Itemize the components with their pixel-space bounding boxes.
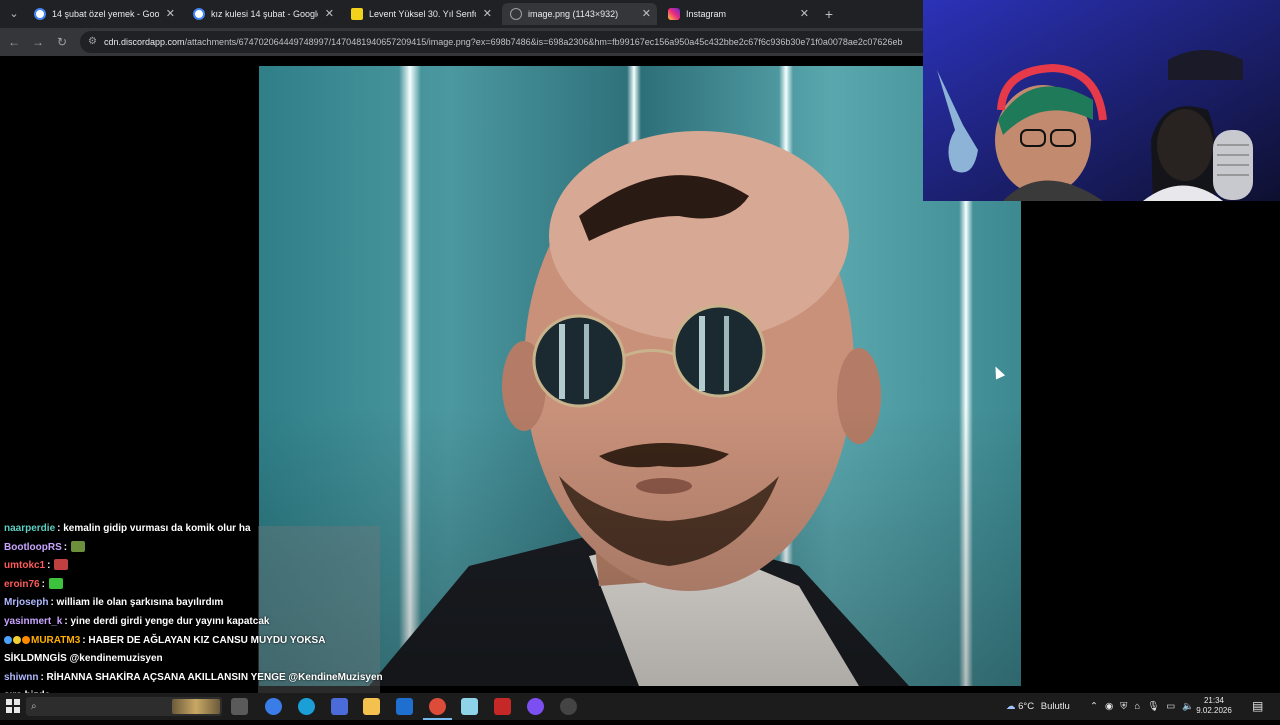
clock[interactable]: 21:34 9.02.2026	[1196, 696, 1232, 716]
reload-button[interactable]: ↻	[54, 34, 70, 50]
tab-title: 14 şubat özel yemek - Google'da	[52, 9, 159, 19]
chat-username[interactable]: MURATM3	[31, 635, 80, 646]
task-view-icon[interactable]	[231, 698, 248, 715]
webcam-overlay	[923, 0, 1280, 201]
search-icon: ⌕	[31, 701, 37, 712]
globe-icon	[510, 8, 522, 20]
yellow-site-icon	[351, 8, 363, 20]
shield-app-icon[interactable]	[560, 698, 577, 715]
cloud-icon: ☁	[1006, 701, 1016, 712]
notifications-icon[interactable]: ▤	[1252, 693, 1263, 720]
outlook-icon[interactable]	[396, 698, 413, 715]
close-tab-icon[interactable]: ✕	[166, 3, 175, 25]
instagram-icon	[668, 8, 680, 20]
chat-text: : kemalin gidip vurması da komik olur ha	[57, 523, 251, 534]
address-host: cdn.discordapp.com	[104, 37, 185, 47]
address-bar[interactable]: ⚙ cdn.discordapp.com/attachments/6747020…	[80, 31, 980, 53]
browser-tab[interactable]: 14 şubat özel yemek - Google'da ✕	[26, 3, 181, 25]
google-icon	[193, 8, 205, 20]
clock-time: 21:34	[1203, 696, 1225, 705]
browser-tab[interactable]: image.png (1143×932) ✕	[502, 3, 657, 25]
taskbar-search[interactable]: ⌕	[26, 697, 222, 716]
chat-emote-icon	[48, 577, 63, 589]
forward-button[interactable]: →	[30, 34, 46, 50]
tab-title: Instagram	[686, 9, 727, 19]
chat-username[interactable]: eroin76	[4, 579, 40, 590]
chat-text: :	[63, 541, 68, 553]
chat-text: SİKLDMNGİS @kendinemuzisyen	[4, 653, 163, 665]
chat-emote-icon	[71, 540, 86, 552]
stream-chat: naarperdie: kemalin gidip vurması da kom…	[0, 520, 383, 720]
system-tray[interactable]: ⌃◉⛨⌂🎙▭🔈	[1090, 693, 1201, 720]
tab-title: Levent Yüksel 30. Yıl Senfonik	[369, 9, 476, 19]
chat-username[interactable]: yasinmert_k	[4, 616, 62, 627]
browser-tab[interactable]: Levent Yüksel 30. Yıl Senfonik ✕	[343, 3, 498, 25]
tab-search-menu-button[interactable]: ⌄	[4, 4, 24, 24]
chat-username[interactable]: BootloopRS	[4, 542, 62, 553]
weather-temp: 6°C	[1018, 701, 1035, 712]
chat-message: shiwnn: RİHANNA SHAKİRA AÇSANA AKILLANSI…	[0, 669, 383, 688]
mic-icon[interactable]: 🎙	[1147, 701, 1166, 712]
weather-desc: Bulutlu	[1040, 701, 1070, 712]
chat-message: MURATM3: HABER DE AĞLAYAN KIZ CANSU MUYD…	[0, 632, 382, 651]
chat-message: yasinmert_k: yine derdi girdi yenge dur …	[0, 613, 382, 632]
chevron-up-icon[interactable]: ⌃	[1090, 701, 1105, 712]
chat-message: Mrjoseph: william ile olan şarkısına bay…	[0, 594, 382, 613]
chat-text: : yine derdi girdi yenge dur yayını kapa…	[64, 615, 270, 627]
chat-message: SİKLDMNGİS @kendinemuzisyen	[0, 650, 382, 669]
news-app-icon[interactable]	[494, 698, 511, 715]
start-button[interactable]	[6, 699, 20, 713]
address-path: /attachments/674702064449748997/14704819…	[184, 37, 903, 47]
tab-title: kız kulesi 14 şubat - Google'da	[211, 9, 318, 19]
close-tab-icon[interactable]: ✕	[642, 3, 651, 25]
close-tab-icon[interactable]: ✕	[325, 3, 334, 25]
search-highlight-image	[172, 699, 220, 714]
weather-widget[interactable]: ☁ 6°C Bulutlu	[1006, 693, 1070, 720]
close-tab-icon[interactable]: ✕	[483, 3, 492, 25]
browser-tab[interactable]: Instagram ✕	[660, 3, 815, 25]
file-explorer-icon[interactable]	[363, 698, 380, 715]
chat-text: : HABER DE AĞLAYAN KIZ CANSU MUYDU YOKSA	[82, 634, 326, 646]
copilot-icon[interactable]	[265, 698, 282, 715]
tab-title: image.png (1143×932)	[528, 9, 619, 19]
chrome-icon[interactable]	[423, 698, 452, 720]
chat-username[interactable]: umtokc1	[4, 560, 45, 571]
store-icon[interactable]	[331, 698, 348, 715]
display-icon[interactable]: ▭	[1166, 701, 1182, 712]
chat-username[interactable]: naarperdie	[4, 523, 55, 534]
chat-message: umtokc1:	[0, 557, 382, 576]
chat-message: eroin76:	[0, 576, 382, 595]
chat-message: naarperdie: kemalin gidip vurması da kom…	[0, 520, 382, 539]
shield-tray-icon[interactable]: ⛨	[1120, 701, 1134, 712]
chat-badge-icon	[22, 635, 30, 644]
chat-text: :	[41, 578, 45, 590]
chat-username[interactable]: shiwnn	[4, 672, 38, 683]
google-icon	[34, 8, 46, 20]
chat-badge-icon	[4, 635, 12, 644]
chat-text: : RİHANNA SHAKİRA AÇSANA AKILLANSIN YENG…	[40, 671, 383, 683]
close-tab-icon[interactable]: ✕	[800, 3, 809, 25]
site-info-icon[interactable]: ⚙	[88, 31, 97, 53]
steam-icon[interactable]: ◉	[1105, 701, 1120, 712]
chat-text: :	[47, 560, 51, 572]
clock-date: 9.02.2026	[1196, 706, 1232, 715]
browser-tab[interactable]: kız kulesi 14 şubat - Google'da ✕	[185, 3, 340, 25]
chat-message: BootloopRS:	[0, 539, 382, 558]
new-tab-button[interactable]: +	[822, 3, 836, 25]
chat-badge-icon	[13, 635, 21, 644]
webcam-illustration	[923, 0, 1280, 201]
back-button[interactable]: ←	[6, 34, 22, 50]
chat-username[interactable]: Mrjoseph	[4, 597, 48, 608]
messenger-icon[interactable]	[527, 698, 544, 715]
chat-emote-icon	[54, 559, 69, 571]
windows-taskbar: ⌕ ☁ 6°C Bulutlu ⌃◉⛨⌂🎙▭🔈 21:34 9.02.2026 …	[0, 693, 1280, 720]
notepad-icon[interactable]	[461, 698, 478, 715]
edge-icon[interactable]	[298, 698, 315, 715]
chat-text: : william ile olan şarkısına bayılırdım	[50, 597, 224, 609]
network-icon[interactable]: ⌂	[1134, 701, 1147, 712]
